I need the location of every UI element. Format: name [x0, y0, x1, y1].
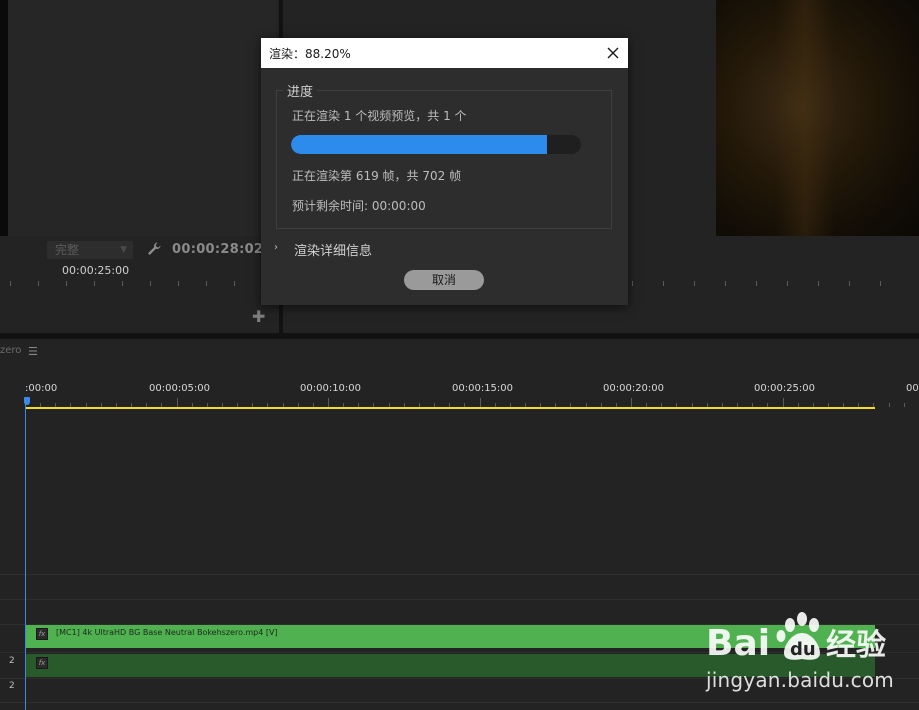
ruler-tick [122, 281, 123, 286]
track-divider [0, 574, 919, 575]
ruler-tick [479, 398, 481, 407]
ruler-tick [206, 281, 207, 286]
ruler-tick [725, 281, 726, 286]
svg-text:经验: 经验 [826, 628, 886, 663]
ruler-tick [782, 398, 784, 407]
chevron-down-icon: ▼ [120, 245, 127, 255]
progress-bar [291, 135, 581, 154]
cancel-button[interactable]: 取消 [404, 270, 484, 290]
render-status-text: 正在渲染 1 个视频预览，共 1 个 [292, 109, 467, 123]
render-dialog: 渲染：88.20% 进度 正在渲染 1 个视频预览，共 1 个 正在渲染第 61… [261, 38, 628, 305]
playhead-handle[interactable] [24, 397, 30, 405]
track-number: 2 [9, 656, 15, 666]
quality-select-value: 完整 [55, 243, 80, 257]
ruler-tick [178, 281, 179, 286]
fx-badge-icon[interactable]: fx [36, 657, 48, 669]
ruler-label: 00:00:20:00 [603, 383, 665, 394]
ruler-tick [234, 281, 235, 286]
ruler-tick [150, 281, 151, 286]
ruler-tick [888, 403, 890, 407]
ruler-tick [10, 281, 11, 286]
wrench-icon[interactable] [146, 241, 162, 257]
ruler-label: 00:00:25:00 [754, 383, 816, 394]
ruler-tick [663, 281, 664, 286]
source-timecode[interactable]: 00:00:28:02 [172, 242, 263, 257]
ruler-tick [787, 281, 788, 286]
watermark-url: jingyan.baidu.com [706, 668, 894, 692]
dialog-titlebar[interactable]: 渲染：88.20% [261, 38, 628, 68]
ruler-tick [631, 398, 632, 407]
track-number: 2 [9, 681, 15, 691]
ruler-label: 00:00:10:00 [300, 383, 362, 394]
chevron-right-icon[interactable]: › [274, 242, 278, 253]
ruler-tick [632, 281, 633, 286]
track-divider [0, 702, 919, 703]
dialog-title: 渲染：88.20% [269, 47, 351, 61]
playback-quality-select[interactable]: 完整 ▼ [47, 241, 133, 259]
add-button-icon[interactable]: ✚ [252, 307, 265, 326]
track-divider [0, 599, 919, 600]
ruler-label: 00:00:15:00 [452, 383, 514, 394]
ruler-label: :00:00 [25, 383, 58, 394]
close-icon[interactable] [605, 45, 621, 61]
render-details-toggle[interactable]: 渲染详细信息 [294, 240, 372, 259]
video-clip-label: [MC1] 4k UltraHD BG Base Neutral Bokehsz… [56, 628, 278, 637]
ruler-tick [66, 281, 67, 286]
frame-count-text: 正在渲染第 619 帧，共 702 帧 [292, 169, 462, 183]
ruler-tick [94, 281, 95, 286]
svg-text:Bai: Bai [706, 623, 770, 664]
panel-menu-icon[interactable]: ☰ [28, 345, 38, 358]
progress-bar-fill [291, 135, 547, 154]
ruler-tick [328, 398, 329, 407]
program-video-highlight [775, 0, 835, 236]
source-monitor-view [8, 0, 276, 236]
baidu-jingyan-logo: Bai du 经验 [706, 612, 886, 664]
ruler-tick [903, 403, 905, 407]
svg-text:du: du [790, 639, 816, 660]
source-ruler[interactable] [0, 276, 279, 286]
fx-badge-icon[interactable]: fx [36, 628, 48, 640]
source-video-frame [0, 0, 8, 236]
ruler-tick [849, 281, 850, 286]
playhead-line[interactable] [25, 400, 26, 710]
ruler-label: 00:00:05:00 [149, 383, 211, 394]
work-area-bar[interactable] [25, 407, 875, 409]
ruler-tick [818, 281, 819, 286]
ruler-tick [756, 281, 757, 286]
ruler-tick [694, 281, 695, 286]
ruler-label: 00 [906, 383, 919, 394]
ruler-tick [38, 281, 39, 286]
sequence-tab-label[interactable]: zero [0, 345, 21, 356]
ruler-tick [880, 281, 881, 286]
ruler-tick [176, 398, 178, 407]
time-remaining-text: 预计剩余时间: 00:00:00 [292, 199, 426, 213]
progress-group-label: 进度 [283, 81, 318, 100]
